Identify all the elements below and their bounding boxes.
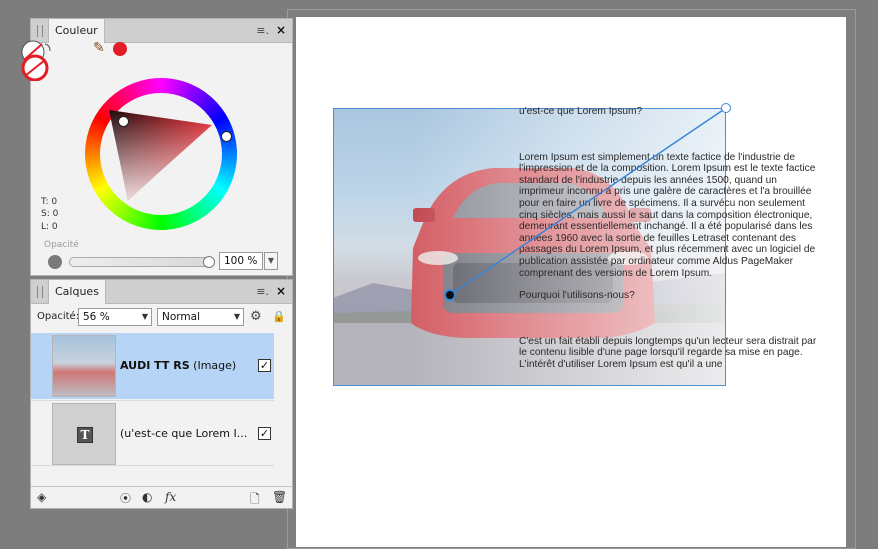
- layer-opacity-value: 56 %: [83, 311, 110, 323]
- adjustment-icon[interactable]: ◐: [142, 490, 152, 504]
- current-color-swatch[interactable]: [113, 42, 127, 56]
- gear-icon[interactable]: ⚙: [250, 309, 262, 324]
- close-icon[interactable]: ×: [276, 284, 286, 298]
- layer-name: (u'est-ce que Lorem I...: [120, 427, 248, 440]
- panel-menu-icon[interactable]: ≡.: [256, 285, 269, 298]
- opacity-label: Opacité: [44, 240, 79, 250]
- blend-mode-dropdown[interactable]: Normal ▼: [157, 308, 244, 326]
- opacity-slider-knob[interactable]: [203, 256, 215, 268]
- opacity-slider[interactable]: [69, 257, 211, 267]
- visibility-checkbox[interactable]: ✓: [258, 427, 271, 440]
- mask-icon[interactable]: ⦿: [120, 490, 131, 506]
- panel-grip-icon[interactable]: [37, 286, 43, 298]
- layer-thumbnail-text: T: [52, 403, 116, 465]
- layer-row-text[interactable]: T (u'est-ce que Lorem I... ✓: [31, 400, 274, 466]
- opacity-dropdown-icon[interactable]: ▼: [264, 252, 278, 270]
- layer-thumbnail-image: [52, 335, 116, 397]
- lightness-value: L: 0: [41, 222, 58, 232]
- panel-grip-icon[interactable]: [37, 25, 43, 37]
- layer-opacity-dropdown[interactable]: 56 % ▼: [78, 308, 152, 326]
- chevron-down-icon: ▼: [233, 312, 240, 321]
- layers-panel-header: Calques ≡. ×: [31, 280, 292, 304]
- layer-type: (Image): [193, 359, 237, 372]
- layers-bottom-bar: ◈ ⦿ ◐ fx 🗋 🗑: [31, 486, 293, 508]
- gradient-end-handle[interactable]: [721, 103, 731, 113]
- hue-value: T: 0: [41, 197, 58, 207]
- color-triangle[interactable]: [100, 93, 222, 215]
- layer-title: AUDI TT RS: [120, 359, 190, 372]
- triangle-handle[interactable]: [118, 116, 129, 127]
- visibility-checkbox[interactable]: ✓: [258, 359, 271, 372]
- eyedropper-icon[interactable]: ✎: [93, 40, 105, 56]
- new-layer-icon[interactable]: 🗋: [250, 490, 260, 511]
- text-layer-icon: T: [77, 427, 93, 443]
- tab-calques[interactable]: Calques: [48, 280, 106, 304]
- layers-icon[interactable]: ◈: [37, 490, 46, 504]
- opacity-swatch: [48, 255, 62, 269]
- layer-opacity-label: Opacité:: [37, 311, 80, 322]
- fx-icon[interactable]: fx: [165, 490, 176, 504]
- lock-icon[interactable]: 🔒: [272, 310, 286, 323]
- gradient-start-handle[interactable]: [444, 289, 456, 301]
- hue-handle[interactable]: [221, 131, 232, 142]
- fill-stroke-swatch-icon[interactable]: [14, 39, 56, 81]
- saturation-value: S: 0: [41, 209, 59, 219]
- color-panel-header: Couleur ≡. ×: [31, 19, 292, 43]
- blend-mode-value: Normal: [162, 311, 200, 323]
- opacity-input[interactable]: 100 %: [219, 252, 263, 270]
- trash-icon[interactable]: 🗑: [272, 490, 287, 504]
- close-icon[interactable]: ×: [276, 23, 286, 37]
- layer-name: AUDI TT RS (Image): [120, 359, 236, 372]
- layer-row-image[interactable]: AUDI TT RS (Image) ✓: [31, 333, 274, 399]
- panel-menu-icon[interactable]: ≡.: [256, 24, 269, 37]
- chevron-down-icon: ▼: [141, 312, 148, 321]
